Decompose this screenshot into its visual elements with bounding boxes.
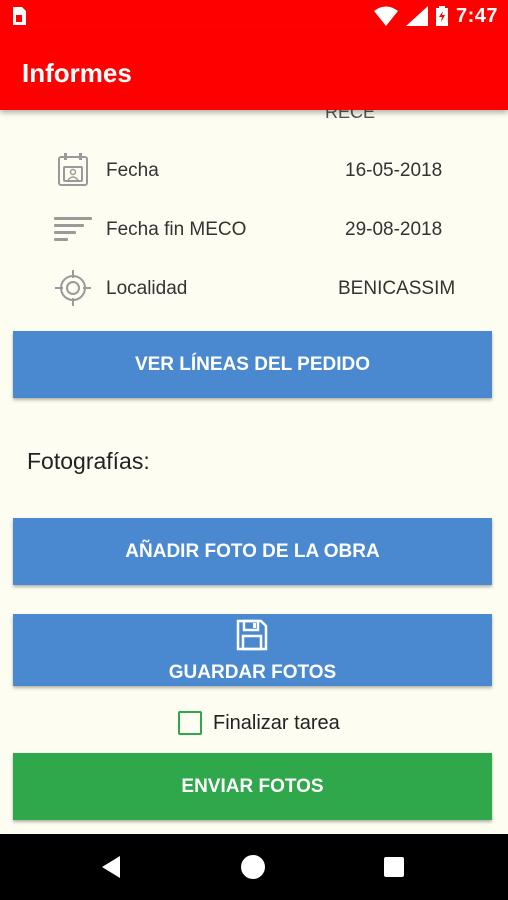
- calendar-icon: [58, 153, 88, 186]
- finalizar-tarea-row[interactable]: Finalizar tarea: [178, 708, 340, 738]
- detail-label: Localidad: [106, 278, 188, 299]
- report-content: RECE Fecha 16-05-2018 Fecha fin MECO 29-…: [0, 110, 508, 834]
- detail-value: BENICASSIM: [338, 278, 456, 299]
- home-icon[interactable]: [237, 851, 269, 883]
- sort-lines-icon: [54, 217, 92, 241]
- finalizar-tarea-label: Finalizar tarea: [213, 711, 340, 734]
- detail-row-fecha-fin-meco: Fecha fin MECO 29-08-2018: [0, 207, 508, 251]
- finalizar-tarea-checkbox[interactable]: [178, 711, 202, 735]
- save-photos-label: GUARDAR FOTOS: [168, 662, 337, 683]
- system-nav-bar: [0, 834, 508, 900]
- send-photos-button[interactable]: ENVIAR FOTOS: [13, 753, 492, 820]
- page-title: Informes: [22, 58, 132, 88]
- sim-card-icon: [13, 7, 26, 25]
- detail-label: Fecha: [106, 160, 159, 181]
- status-time: 7:47: [455, 4, 498, 27]
- save-photos-button[interactable]: GUARDAR FOTOS: [13, 614, 492, 686]
- detail-value: 29-08-2018: [345, 219, 443, 240]
- ver-lineas-pedido-button[interactable]: VER LÍNEAS DEL PEDIDO: [13, 331, 492, 398]
- add-photo-button[interactable]: AÑADIR FOTO DE LA OBRA: [13, 518, 492, 585]
- signal-icon: [405, 6, 428, 26]
- floppy-disk-icon: [236, 619, 268, 651]
- battery-icon: [435, 6, 448, 26]
- wifi-icon: [373, 6, 398, 26]
- back-icon[interactable]: [96, 851, 128, 883]
- recents-icon[interactable]: [378, 851, 410, 883]
- detail-label: Fecha fin MECO: [106, 219, 247, 240]
- photos-section-title: Fotografías:: [27, 448, 150, 474]
- partial-text: RECE: [325, 110, 376, 122]
- detail-row-fecha: Fecha 16-05-2018: [0, 148, 508, 192]
- location-target-icon: [55, 270, 91, 306]
- detail-value: 16-05-2018: [345, 160, 443, 181]
- detail-row-localidad: Localidad BENICASSIM: [0, 266, 508, 310]
- status-bar: 7:47: [0, 0, 508, 32]
- app-bar: Informes: [0, 32, 508, 110]
